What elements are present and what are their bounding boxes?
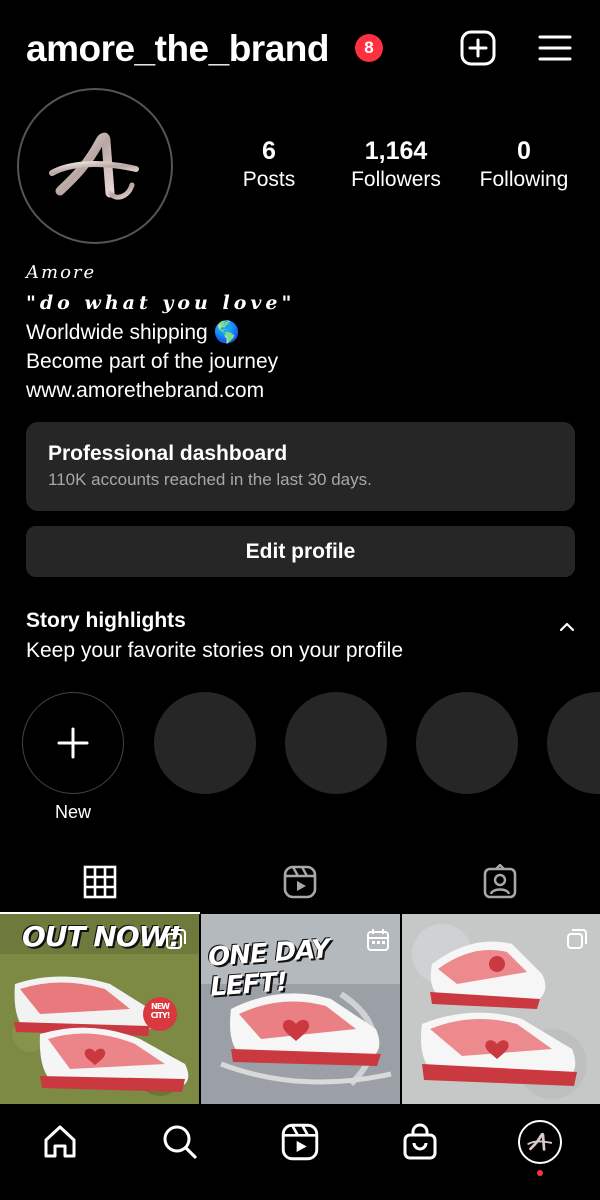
post-overlay-text: OUT NOW! <box>22 920 181 953</box>
posts-grid: OUT NOW! NEW CITY! ONE DAY LEFT! <box>0 914 600 1104</box>
calendar-icon <box>366 928 389 951</box>
professional-dashboard-card[interactable]: Professional dashboard 110K accounts rea… <box>26 422 575 511</box>
stat-followers[interactable]: 1,164 Followers <box>332 136 460 194</box>
story-highlights-header: Story highlights Keep your favorite stor… <box>26 606 586 666</box>
post-thumbnail[interactable]: OUT NOW! NEW CITY! <box>0 914 199 1104</box>
edit-profile-button[interactable]: Edit profile <box>26 526 575 577</box>
dashboard-subtitle: 110K accounts reached in the last 30 day… <box>48 470 372 489</box>
followers-count: 1,164 <box>364 137 428 165</box>
bio-website-link[interactable]: www.amorethebrand.com <box>26 376 586 405</box>
posts-label: Posts <box>242 168 296 191</box>
highlights-title: Story highlights <box>26 609 186 632</box>
profile-stats: 6 Posts 1,164 Followers 0 Following <box>205 136 590 196</box>
profile-avatar[interactable] <box>518 1120 562 1164</box>
search-icon[interactable] <box>158 1120 202 1164</box>
stat-posts[interactable]: 6 Posts <box>205 136 333 194</box>
shop-icon[interactable] <box>398 1120 442 1164</box>
tab-tagged[interactable] <box>400 852 600 912</box>
notification-badge[interactable]: 8 <box>355 34 383 62</box>
tab-posts-grid[interactable] <box>0 852 200 914</box>
bio-line-journey: Become part of the journey <box>26 350 279 373</box>
story-highlights-row: New <box>0 692 600 832</box>
dashboard-title: Professional dashboard <box>48 442 288 465</box>
plus-square-icon[interactable] <box>458 28 498 68</box>
profile-avatar[interactable] <box>17 88 173 244</box>
tab-reels[interactable] <box>200 852 400 912</box>
home-icon[interactable] <box>38 1120 82 1164</box>
bio-display-name: Amore <box>26 262 97 283</box>
highlight-placeholder <box>416 692 518 794</box>
grid-icon <box>83 865 117 899</box>
bottom-navigation-bar <box>0 1104 600 1200</box>
activity-dot <box>537 1170 543 1176</box>
post-thumbnail[interactable]: ONE DAY LEFT! <box>201 914 400 1104</box>
brand-logo <box>527 1132 553 1151</box>
tagged-icon <box>483 864 517 899</box>
highlight-placeholder <box>285 692 387 794</box>
followers-label: Followers <box>351 168 441 191</box>
chevron-up-icon[interactable] <box>556 616 578 638</box>
carousel-icon <box>165 928 187 950</box>
profile-header: amore_the_brand 8 <box>0 0 600 100</box>
highlight-placeholder <box>154 692 256 794</box>
bio-quote: "do what you love" <box>26 292 296 314</box>
post-thumbnail[interactable] <box>402 914 600 1104</box>
username-title[interactable]: amore_the_brand <box>26 28 330 70</box>
following-count: 0 <box>517 137 531 165</box>
plus-icon <box>57 727 89 759</box>
stat-following[interactable]: 0 Following <box>460 136 588 194</box>
new-highlight-button[interactable] <box>22 692 124 794</box>
bio-line-shipping: Worldwide shipping 🌎 <box>26 321 240 344</box>
carousel-icon <box>566 928 588 950</box>
profile-content-tabs <box>0 852 600 914</box>
post-badge-text: NEW CITY! <box>150 1002 171 1020</box>
new-highlight-label: New <box>54 802 91 822</box>
highlight-placeholder <box>547 692 600 794</box>
following-label: Following <box>479 168 569 191</box>
reels-icon <box>283 865 317 899</box>
posts-count: 6 <box>262 137 276 165</box>
reels-icon[interactable] <box>278 1120 322 1164</box>
highlights-subtitle: Keep your favorite stories on your profi… <box>26 639 404 662</box>
hamburger-menu-icon[interactable] <box>535 28 575 68</box>
brand-logo <box>49 132 139 200</box>
profile-bio: Amore "do what you love" Worldwide shipp… <box>26 258 586 405</box>
